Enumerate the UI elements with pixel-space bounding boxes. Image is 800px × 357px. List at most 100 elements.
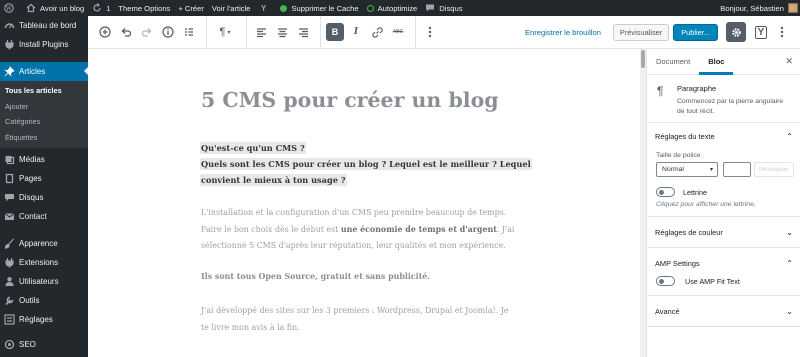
menu-item-contact[interactable]: Contact xyxy=(0,207,88,226)
menu-item-plugins[interactable]: Extensions xyxy=(0,253,88,272)
panel-title: Réglages du texte xyxy=(655,131,715,141)
view-post-label: Voir l'article xyxy=(211,3,251,13)
post-title[interactable]: 5 CMS pour créer un blog xyxy=(201,88,499,112)
greeting: Bonjour, Sébastien xyxy=(720,3,784,13)
font-size-select[interactable]: Normal ▾ xyxy=(656,162,718,177)
menu-item-dashboard[interactable]: Tableau de bord xyxy=(0,16,88,35)
yoast-icon: Y xyxy=(754,25,768,39)
save-draft-button[interactable]: Enregistrer le brouillon xyxy=(525,28,601,37)
content-info-button[interactable] xyxy=(159,23,177,41)
disqus-link[interactable]: Disqus xyxy=(421,0,466,16)
submenu-all-posts[interactable]: Tous les articles xyxy=(0,83,88,99)
dropcap-label: Lettrine xyxy=(683,187,707,197)
paragraph-block[interactable]: Ils sont tous Open Source, gratuit et sa… xyxy=(201,269,529,286)
panel-header[interactable]: Réglages du texte ⌃ xyxy=(647,129,800,143)
yoast-sidebar-button[interactable]: Y xyxy=(752,23,770,41)
clear-cache-link[interactable]: Supprimer le Cache xyxy=(276,0,362,16)
amp-fit-text-row: Use AMP Fit Text xyxy=(647,276,800,286)
view-post-link[interactable]: Voir l'article xyxy=(208,0,255,16)
reset-button[interactable]: Réinitialiser xyxy=(754,162,794,177)
more-options-button[interactable] xyxy=(421,23,439,41)
more-tools-button[interactable] xyxy=(773,23,791,41)
tab-document[interactable]: Document xyxy=(647,49,699,75)
bold-button[interactable]: B xyxy=(326,23,344,41)
align-right-button[interactable] xyxy=(294,23,312,41)
menu-item-appearance[interactable]: Apparence xyxy=(0,234,88,253)
submenu-add-new[interactable]: Ajouter xyxy=(0,99,88,115)
gear-icon xyxy=(731,27,741,37)
link-icon xyxy=(371,26,383,38)
amp-fit-text-toggle[interactable] xyxy=(656,276,675,286)
align-left-button[interactable] xyxy=(252,23,270,41)
amp-fit-text-label: Use AMP Fit Text xyxy=(685,276,740,286)
pin-icon xyxy=(4,66,15,77)
toolbar-divider xyxy=(320,15,321,49)
add-block-button[interactable] xyxy=(96,23,114,41)
menu-item-seo[interactable]: SEO xyxy=(0,335,88,354)
site-name-link[interactable]: Avoir un blog xyxy=(22,0,88,16)
align-center-button[interactable] xyxy=(273,23,291,41)
plus-circle-icon xyxy=(99,26,111,38)
paragraph-block[interactable]: J'ai développé des sites sur les 3 premi… xyxy=(201,303,529,336)
menu-item-media[interactable]: Médias xyxy=(0,150,88,169)
comments-icon xyxy=(4,192,15,203)
link-button[interactable] xyxy=(368,23,386,41)
tools-icon xyxy=(4,295,15,306)
undo-icon xyxy=(121,28,132,37)
paragraph-icon: ¶ xyxy=(657,84,664,98)
panel-header[interactable]: AMP Settings ⌃ xyxy=(647,256,800,270)
paragraph-line: L'installation et la configuration d'un … xyxy=(201,208,507,217)
selected-heading-line[interactable]: convient le mieux à ton usage ? xyxy=(200,172,347,189)
header-actions: Enregistrer le brouillon Prévisualiser P… xyxy=(525,22,800,42)
settings-toggle-button[interactable] xyxy=(726,22,746,42)
italic-button[interactable]: I xyxy=(347,23,365,41)
panel-header[interactable]: Avancé ⌄ xyxy=(647,304,800,318)
tab-bloc[interactable]: Bloc xyxy=(699,49,733,75)
autoptimize-link[interactable]: Autoptimize xyxy=(363,0,422,16)
wp-logo-menu[interactable]: W xyxy=(0,0,22,16)
menu-label: Utilisateurs xyxy=(19,277,59,286)
theme-options-label: Theme Options xyxy=(118,3,171,13)
custom-font-size-input[interactable] xyxy=(723,162,751,177)
panel-title: AMP Settings xyxy=(655,258,700,268)
new-content-link[interactable]: + Créer xyxy=(174,0,208,16)
submenu-tags[interactable]: Étiquettes xyxy=(0,130,88,146)
selected-heading-line[interactable]: Quels sont les CMS pour créer un blog ? … xyxy=(200,156,532,173)
toolbar-divider xyxy=(206,15,207,49)
redo-button[interactable] xyxy=(138,23,156,41)
publish-button[interactable]: Publier... xyxy=(673,23,718,41)
redo-icon xyxy=(141,28,152,37)
brush-icon xyxy=(4,238,15,249)
chevron-down-icon: ▾ xyxy=(709,167,713,173)
close-icon[interactable]: ✕ xyxy=(785,56,793,67)
menu-item-settings[interactable]: Réglages xyxy=(0,310,88,329)
menu-item-articles[interactable]: Articles xyxy=(0,62,88,81)
theme-options-link[interactable]: Theme Options xyxy=(114,0,174,16)
strikethrough-button[interactable]: ABC xyxy=(389,23,407,41)
block-card: ¶ Paragraphe Commencez par la pierre ang… xyxy=(647,75,800,123)
paragraph-block[interactable]: L'installation et la configuration d'un … xyxy=(201,205,529,255)
menu-item-pages[interactable]: Pages xyxy=(0,169,88,188)
block-navigation-button[interactable] xyxy=(180,23,198,41)
menu-item-install-plugins[interactable]: Install Plugins xyxy=(0,35,88,54)
menu-item-disqus[interactable]: Disqus xyxy=(0,188,88,207)
undo-button[interactable] xyxy=(117,23,135,41)
selected-heading-line[interactable]: Qu'est-ce qu'un CMS ? xyxy=(200,140,306,157)
menu-label: Médias xyxy=(19,155,45,164)
my-account-link[interactable]: Bonjour, Sébastien xyxy=(716,0,800,16)
scrollbar-thumb[interactable] xyxy=(641,50,645,68)
strikethrough-icon: ABC xyxy=(392,29,404,35)
submenu-categories[interactable]: Catégories xyxy=(0,114,88,130)
users-icon xyxy=(4,276,15,287)
panel-header[interactable]: Réglages de couleur ⌄ xyxy=(647,225,800,239)
settings-icon xyxy=(4,314,15,325)
menu-item-tools[interactable]: Outils xyxy=(0,291,88,310)
dropcap-toggle[interactable] xyxy=(656,187,675,197)
block-type-switcher[interactable]: ¶ ▾ xyxy=(212,23,238,41)
admin-bar: W Avoir un blog 1 Theme Options + Créer … xyxy=(0,0,800,16)
preview-button[interactable]: Prévisualiser xyxy=(612,23,670,41)
yoast-link[interactable]: Y xyxy=(254,0,276,16)
menu-item-users[interactable]: Utilisateurs xyxy=(0,272,88,291)
updates-link[interactable]: 1 xyxy=(88,0,114,16)
color-settings-panel: Réglages de couleur ⌄ xyxy=(647,217,800,248)
